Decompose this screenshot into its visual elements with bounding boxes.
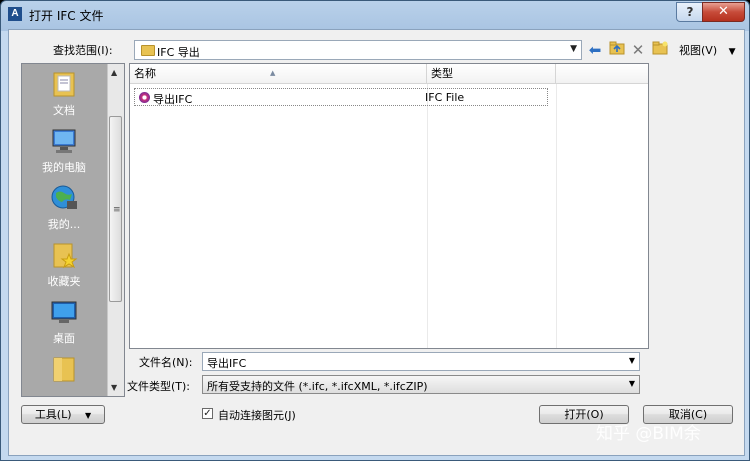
column-header-type[interactable]: 类型: [427, 64, 556, 84]
lookin-value: IFC 导出: [157, 46, 200, 59]
delete-icon[interactable]: ✕: [629, 41, 647, 59]
filetype-label: 文件类型(T):: [127, 380, 191, 393]
open-ifc-dialog: A 打开 IFC 文件 ? ✕ 查找范围(I): IFC 导出 ▼ ⬅ ✕ 视图…: [0, 0, 750, 461]
chevron-down-icon[interactable]: ▼: [629, 379, 635, 388]
column-header-empty: [556, 64, 648, 84]
column-header-name[interactable]: 名称 ▲: [130, 64, 427, 84]
place-label: 文档: [53, 104, 75, 117]
places-bar: 文档 我的电脑 我的... 收藏夹 桌面 ▲ ≡ ▼: [21, 63, 125, 397]
column-header-label: 名称: [134, 67, 156, 80]
scrollbar-thumb[interactable]: ≡: [109, 116, 122, 302]
ifc-file-icon: [139, 92, 150, 103]
sort-ascending-icon: ▲: [270, 69, 276, 77]
close-button[interactable]: ✕: [702, 2, 745, 22]
place-favorites[interactable]: 收藏夹: [22, 241, 106, 289]
checkbox-checked-icon[interactable]: ✓: [202, 408, 213, 419]
app-icon: A: [8, 7, 22, 21]
place-label: 我的电脑: [42, 161, 86, 174]
new-folder-icon[interactable]: [651, 41, 669, 59]
tools-button[interactable]: 工具(L) ▼: [21, 405, 105, 424]
filetype-select[interactable]: 所有受支持的文件 (*.ifc, *.ifcXML, *.ifcZIP) ▼: [202, 375, 640, 394]
network-icon: [50, 184, 78, 212]
window-title: 打开 IFC 文件: [29, 9, 104, 23]
help-button[interactable]: ?: [676, 2, 704, 22]
chevron-down-icon[interactable]: ▼: [85, 411, 91, 420]
place-label: 收藏夹: [47, 275, 81, 288]
chevron-down-icon[interactable]: ▼: [570, 44, 577, 54]
column-divider: [556, 84, 557, 348]
folder-icon: [141, 45, 155, 56]
auto-join-label[interactable]: 自动连接图元(J): [218, 407, 296, 423]
dialog-client-area: 查找范围(I): IFC 导出 ▼ ⬅ ✕ 视图(V) ▼ 文档 我的电脑 我的…: [8, 29, 745, 456]
scroll-down-icon[interactable]: ▼: [111, 383, 117, 392]
grip-icon: ≡: [113, 205, 121, 215]
filename-value[interactable]: 导出IFC: [207, 357, 246, 370]
lookin-combo[interactable]: IFC 导出 ▼: [134, 40, 582, 60]
column-divider: [427, 84, 428, 348]
lookin-label: 查找范围(I):: [53, 44, 113, 57]
place-my-computer[interactable]: 我的电脑: [22, 127, 106, 175]
places-scrollbar[interactable]: ▲ ≡ ▼: [107, 64, 124, 396]
file-type: IFC File: [425, 91, 465, 104]
scroll-up-icon[interactable]: ▲: [111, 68, 117, 77]
computer-icon: [50, 127, 78, 155]
place-network[interactable]: 我的...: [22, 184, 106, 232]
file-list[interactable]: 名称 ▲ 类型 导出IFC IFC File: [129, 63, 649, 349]
view-menu[interactable]: 视图(V) ▼: [679, 42, 736, 58]
file-list-row[interactable]: 导出IFC IFC File: [134, 88, 548, 106]
filename-label: 文件名(N):: [139, 356, 193, 369]
filetype-value[interactable]: 所有受支持的文件 (*.ifc, *.ifcXML, *.ifcZIP): [207, 380, 428, 393]
favorites-icon: [50, 241, 78, 269]
title-bar[interactable]: A 打开 IFC 文件 ? ✕: [1, 1, 749, 29]
documents-icon: [50, 70, 78, 98]
desktop-icon: [50, 298, 78, 326]
folder-icon: [50, 355, 78, 383]
watermark: 知乎 @BIM余: [596, 424, 701, 444]
place-label: 我的...: [47, 218, 81, 231]
filename-input[interactable]: 导出IFC ▼: [202, 352, 640, 371]
place-documents[interactable]: 文档: [22, 70, 106, 118]
chevron-down-icon[interactable]: ▼: [629, 356, 635, 365]
view-menu-label[interactable]: 视图(V): [679, 44, 717, 57]
chevron-down-icon[interactable]: ▼: [729, 47, 736, 57]
place-label: 桌面: [53, 332, 75, 345]
place-desktop[interactable]: 桌面: [22, 298, 106, 346]
file-name: 导出IFC: [153, 93, 193, 106]
tools-button-label[interactable]: 工具(L): [35, 408, 72, 421]
back-arrow-icon[interactable]: ⬅: [586, 41, 604, 59]
place-folder[interactable]: [22, 355, 106, 387]
column-header-label: 类型: [431, 67, 453, 80]
up-folder-icon[interactable]: [608, 41, 626, 59]
